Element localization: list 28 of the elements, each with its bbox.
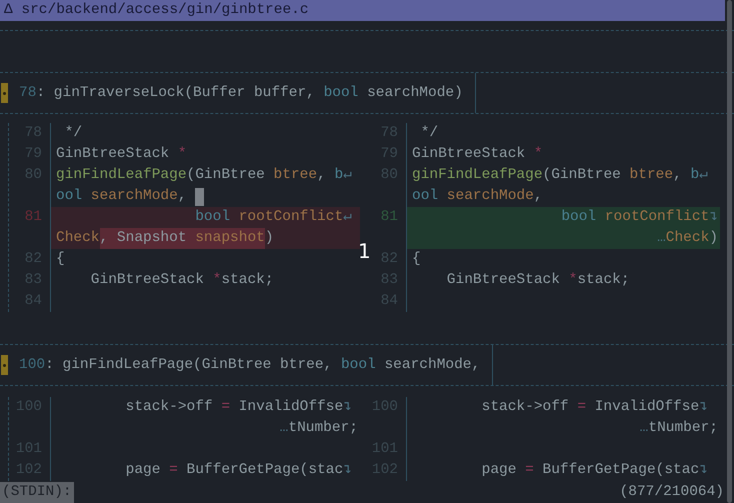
code-line: ool searchMode, [51,186,360,207]
code-line: page = BufferGetPage(stac↴ [480,461,709,480]
code-line: stack->off = InvalidOffse↴ [480,398,709,417]
code-line: GinBtreeStack * [55,145,188,164]
hunk-marker-icon [1,83,8,103]
file-header: Δ src/backend/access/gin/ginbtree.c [0,0,725,21]
code-line: page = BufferGetPage(stac↴ [124,461,353,480]
code-line: GinBtreeStack * [411,145,544,164]
code-line: */ [420,124,440,143]
code-line: …tNumber; [638,419,719,438]
hunk-header: 100: ginFindLeafPage(GinBtree btree, bool searchMode, [0,345,494,385]
code-line: ginFindLeafPage(GinBtree btree, b↵ [55,166,353,185]
code-line: */ [64,124,84,143]
hunk-header: 78: ginTraverseLock(Buffer buffer, bool searchMode) [0,73,476,113]
code-line: GinBtreeStack *stack; [90,271,275,290]
code-line: stack->off = InvalidOffse↴ [124,398,353,417]
line-number: 81 [380,208,398,227]
hunk-marker-icon [1,355,8,375]
code-line: { [55,250,66,269]
code-line: ginFindLeafPage(GinBtree btree, b↵ [411,166,709,185]
stdin-prompt: (STDIN): [0,482,74,503]
line-number: 81 [24,208,42,227]
overlay-number: 1 [358,238,371,264]
code-line: GinBtreeStack *stack; [446,271,631,290]
code-line: …tNumber; [278,419,359,438]
code-line: { [411,250,422,269]
code-line: ool searchMode, [411,187,544,206]
position-indicator: (877/210064) [620,483,724,502]
